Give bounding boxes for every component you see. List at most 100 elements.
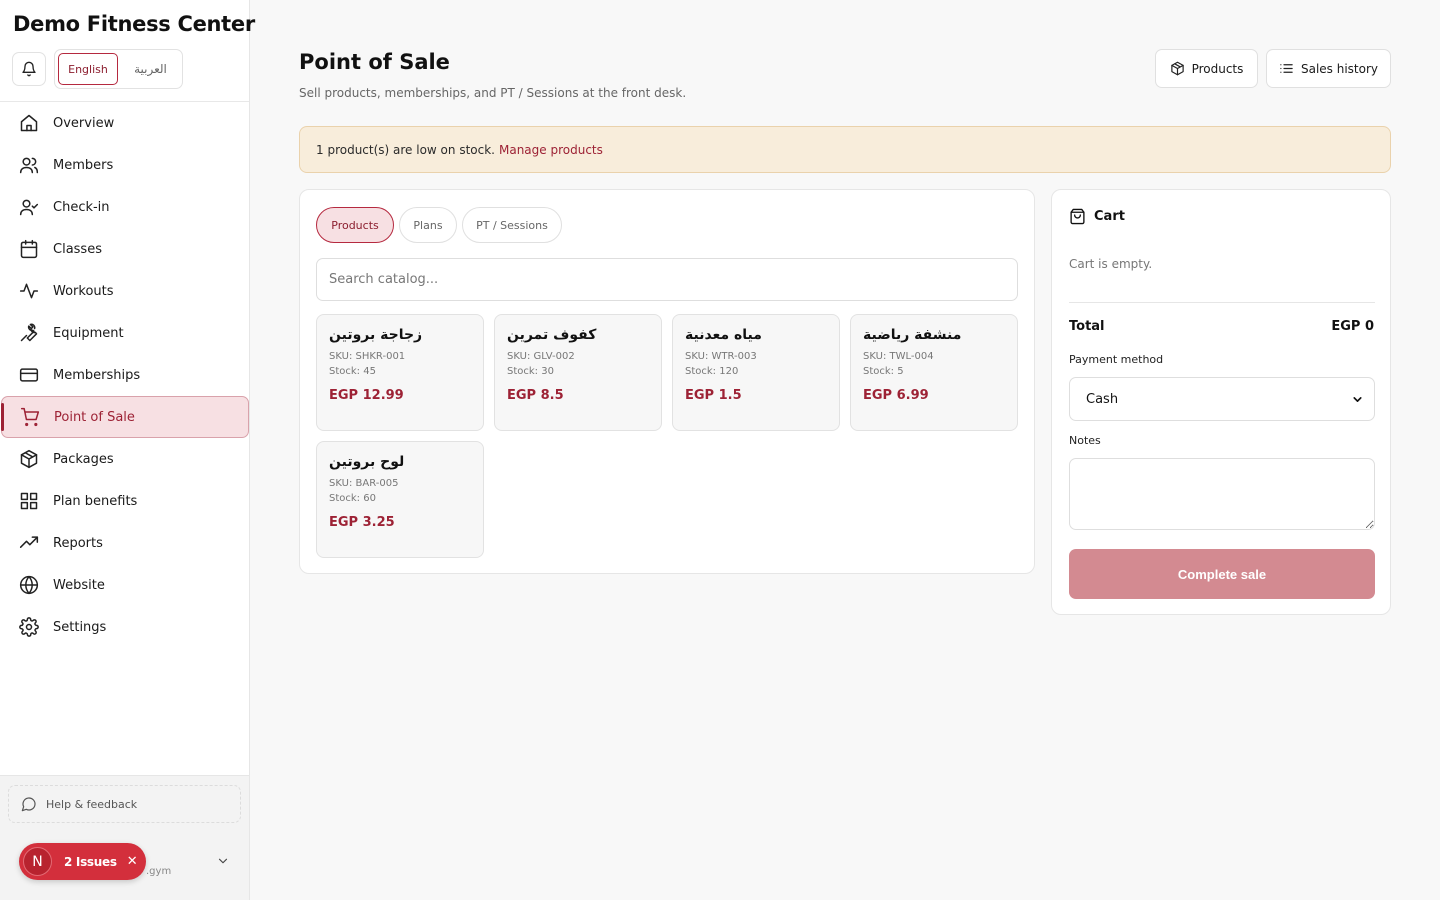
complete-sale-button[interactable]: Complete sale (1069, 549, 1375, 599)
sidebar-item-website[interactable]: Website (0, 564, 249, 606)
products-button[interactable]: Products (1155, 49, 1258, 88)
tab-plans[interactable]: Plans (399, 207, 457, 243)
payment-method-select[interactable]: Cash (1069, 377, 1375, 421)
sidebar: Demo Fitness Center English العربية Over… (0, 0, 255, 900)
sales-history-button[interactable]: Sales history (1266, 49, 1391, 88)
alert-text: 1 product(s) are low on stock. (316, 142, 495, 157)
manage-products-link[interactable]: Manage products (499, 143, 603, 157)
tab-products[interactable]: Products (316, 207, 394, 243)
product-sku: SKU: SHKR-001 (329, 351, 406, 362)
sidebar-item-label: Overview (53, 115, 115, 131)
sidebar-item-overview[interactable]: Overview (0, 102, 249, 144)
help-feedback-button[interactable]: Help & feedback (8, 785, 241, 823)
product-card[interactable]: كفوف تمرين SKU: GLV-002 Stock: 30 EGP 8.… (494, 314, 662, 431)
sidebar-item-members[interactable]: Members (0, 144, 249, 186)
activity-icon (19, 281, 39, 301)
product-stock: Stock: 120 (685, 366, 739, 377)
sidebar-item-workouts[interactable]: Workouts (0, 270, 249, 312)
package-icon (1170, 61, 1185, 76)
product-price: EGP 1.5 (685, 388, 742, 403)
catalog-panel: Products Plans PT / Sessions زجاجة بروتي… (299, 189, 1035, 574)
product-card[interactable]: مياه معدنية SKU: WTR-003 Stock: 120 EGP … (672, 314, 840, 431)
cart-title: Cart (1094, 209, 1125, 224)
products-button-label: Products (1191, 61, 1244, 76)
total-label: Total (1069, 319, 1105, 334)
help-feedback-label: Help & feedback (46, 797, 138, 811)
issues-badge[interactable]: N 2 Issues ✕ (19, 843, 146, 880)
sidebar-item-label: Reports (53, 535, 103, 551)
cart-panel: Cart Cart is empty. Total EGP 0 Payment … (1051, 189, 1391, 615)
user-check-icon (19, 197, 39, 217)
sales-history-label: Sales history (1300, 61, 1379, 76)
product-stock: Stock: 5 (863, 366, 904, 377)
sidebar-item-label: Point of Sale (54, 409, 135, 425)
product-sku: SKU: BAR-005 (329, 478, 399, 489)
language-switcher: English العربية (54, 49, 183, 89)
issues-avatar: N (23, 847, 52, 876)
sidebar-item-memberships[interactable]: Memberships (0, 354, 249, 396)
package-icon (19, 449, 39, 469)
product-name: منشفة رياضية (863, 327, 962, 343)
lang-arabic-button[interactable]: العربية (122, 53, 179, 85)
product-card[interactable]: لوح بروتين SKU: BAR-005 Stock: 60 EGP 3.… (316, 441, 484, 558)
lang-english-button[interactable]: English (58, 53, 118, 85)
sidebar-item-equipment[interactable]: Equipment (0, 312, 249, 354)
sidebar-item-label: Packages (53, 451, 114, 467)
product-price: EGP 6.99 (863, 388, 929, 403)
sidebar-item-plan-benefits[interactable]: Plan benefits (0, 480, 249, 522)
close-icon[interactable]: ✕ (127, 854, 138, 869)
sidebar-item-reports[interactable]: Reports (0, 522, 249, 564)
search-input[interactable] (316, 258, 1018, 301)
notes-label: Notes (1069, 434, 1101, 447)
page-subtitle: Sell products, memberships, and PT / Ses… (299, 86, 687, 100)
home-icon (19, 113, 39, 133)
product-stock: Stock: 30 (507, 366, 554, 377)
product-name: كفوف تمرين (507, 327, 597, 343)
wrench-icon (19, 323, 39, 343)
gear-icon (19, 617, 39, 637)
product-name: زجاجة بروتين (329, 327, 423, 343)
sidebar-item-settings[interactable]: Settings (0, 606, 249, 648)
low-stock-alert: 1 product(s) are low on stock. Manage pr… (299, 126, 1391, 173)
credit-card-icon (19, 365, 39, 385)
payment-method-value: Cash (1086, 391, 1119, 407)
sidebar-item-label: Check-in (53, 199, 110, 215)
message-circle-icon (21, 796, 37, 812)
chevron-down-icon (216, 854, 230, 868)
product-stock: Stock: 45 (329, 366, 376, 377)
brand-name: Demo Fitness Center (13, 12, 255, 36)
sidebar-item-label: Plan benefits (53, 493, 138, 509)
trending-up-icon (19, 533, 39, 553)
sidebar-item-label: Classes (53, 241, 102, 257)
product-price: EGP 12.99 (329, 388, 404, 403)
product-name: مياه معدنية (685, 327, 762, 343)
cart-divider (1069, 302, 1375, 303)
notes-textarea[interactable] (1069, 458, 1375, 530)
user-menu-toggle[interactable] (216, 854, 230, 868)
product-card[interactable]: منشفة رياضية SKU: TWL-004 Stock: 5 EGP 6… (850, 314, 1018, 431)
total-value: EGP 0 (1331, 319, 1374, 334)
product-sku: SKU: WTR-003 (685, 351, 757, 362)
calendar-icon (19, 239, 39, 259)
sidebar-item-label: Memberships (53, 367, 141, 383)
sidebar-item-check-in[interactable]: Check-in (0, 186, 249, 228)
product-name: لوح بروتين (329, 454, 405, 470)
sidebar-item-label: Settings (53, 619, 107, 635)
product-stock: Stock: 60 (329, 493, 376, 504)
issues-count: 2 Issues (64, 854, 117, 869)
user-domain: .gym (146, 866, 172, 877)
sidebar-item-label: Members (53, 157, 114, 173)
product-sku: SKU: TWL-004 (863, 351, 934, 362)
sidebar-item-packages[interactable]: Packages (0, 438, 249, 480)
sidebar-item-point-of-sale[interactable]: Point of Sale (1, 396, 249, 438)
tab-pt-sessions[interactable]: PT / Sessions (462, 207, 562, 243)
users-icon (19, 155, 39, 175)
sidebar-item-classes[interactable]: Classes (0, 228, 249, 270)
globe-icon (19, 575, 39, 595)
notifications-button[interactable] (12, 52, 46, 86)
product-price: EGP 8.5 (507, 388, 564, 403)
sidebar-item-label: Equipment (53, 325, 124, 341)
shopping-bag-icon (1069, 208, 1086, 225)
sidebar-item-label: Website (53, 577, 105, 593)
product-card[interactable]: زجاجة بروتين SKU: SHKR-001 Stock: 45 EGP… (316, 314, 484, 431)
